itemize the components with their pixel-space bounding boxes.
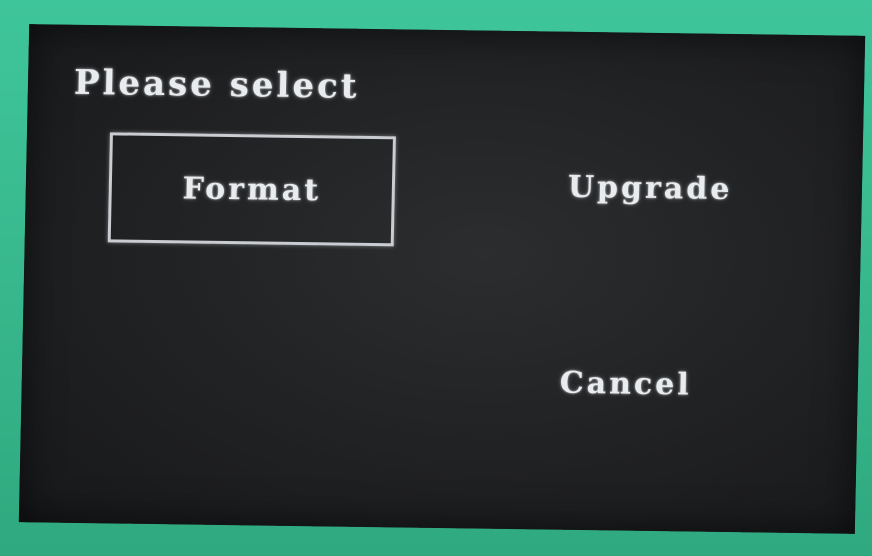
cancel-option[interactable]: Cancel	[559, 366, 692, 403]
format-option[interactable]: Format	[107, 132, 396, 247]
device-screen: Please select Format Upgrade Cancel	[18, 24, 866, 534]
upgrade-option[interactable]: Upgrade	[568, 170, 733, 207]
dialog-title: Please select	[73, 62, 360, 107]
format-option-label: Format	[182, 170, 322, 208]
